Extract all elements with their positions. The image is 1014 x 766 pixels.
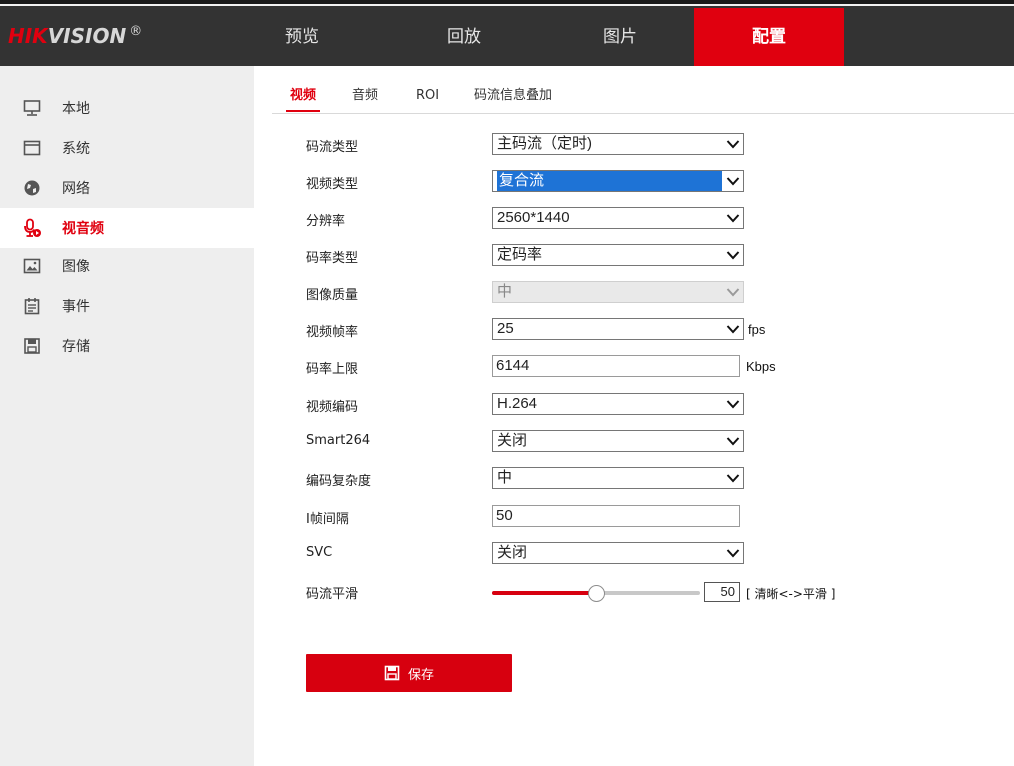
sidebar: 本地 系统 网络 视音频 图像 事件 存储: [0, 66, 254, 766]
smart264-label: Smart264: [306, 433, 371, 448]
nav-playback[interactable]: 回放: [416, 8, 512, 66]
resolution-label: 分辨率: [306, 214, 346, 229]
logo-hik-text: HIK: [8, 24, 48, 48]
tab-video[interactable]: 视频: [285, 84, 321, 114]
sidebar-item-label: 网络: [62, 181, 90, 197]
sidebar-item-network[interactable]: 网络: [0, 168, 254, 208]
sidebar-item-system[interactable]: 系统: [0, 128, 254, 168]
chevron-down-icon: [726, 400, 740, 409]
sidebar-item-label: 事件: [62, 299, 90, 315]
i-frame-interval-input[interactable]: 50: [492, 505, 740, 527]
bitrate-type-value: 定码率: [497, 246, 543, 263]
image-quality-label: 图像质量: [306, 288, 359, 303]
bitrate-type-select[interactable]: 定码率: [492, 244, 744, 266]
slider-fill: [492, 591, 596, 595]
stream-smoothing-range-label: [ 清晰<->平滑 ]: [746, 587, 836, 601]
logo-vision-text: VISION: [47, 24, 127, 48]
encoding-complexity-select[interactable]: 中: [492, 467, 744, 489]
sidebar-item-label: 视音频: [62, 221, 104, 237]
chevron-down-icon: [726, 325, 740, 334]
sidebar-item-label: 存储: [62, 339, 90, 355]
image-quality-select: 中: [492, 281, 744, 303]
calendar-icon: [22, 296, 42, 316]
encoding-complexity-value: 中: [497, 469, 513, 486]
video-type-value: 复合流: [497, 171, 722, 191]
smart264-value: 关闭: [497, 432, 528, 449]
hikvision-logo: HIKVISION ®: [8, 24, 142, 48]
chevron-down-icon: [726, 214, 740, 223]
svc-value: 关闭: [497, 544, 528, 561]
frame-rate-label: 视频帧率: [306, 325, 359, 340]
video-encoding-label: 视频编码: [306, 400, 359, 415]
chevron-down-icon: [726, 288, 740, 297]
resolution-value: 2560*1440: [497, 209, 570, 226]
row-stream-smoothing: 码流平滑 50 [ 清晰<->平滑 ]: [306, 580, 866, 602]
video-type-select[interactable]: 复合流: [492, 170, 744, 192]
config-tabs: 视频 音频 ROI 码流信息叠加: [272, 84, 1014, 114]
nav-configuration[interactable]: 配置: [694, 8, 844, 66]
slider-thumb[interactable]: [588, 585, 605, 602]
video-type-label: 视频类型: [306, 177, 359, 192]
sidebar-item-label: 图像: [62, 259, 90, 275]
globe-icon: [22, 178, 42, 198]
nav-picture[interactable]: 图片: [572, 8, 668, 66]
sidebar-item-label: 本地: [62, 101, 90, 117]
tab-stream-info-overlay[interactable]: 码流信息叠加: [474, 84, 552, 114]
svc-select[interactable]: 关闭: [492, 542, 744, 564]
svc-label: SVC: [306, 545, 333, 560]
bitrate-type-label: 码率类型: [306, 251, 359, 266]
stream-type-label: 码流类型: [306, 140, 359, 155]
stream-smoothing-label: 码流平滑: [306, 587, 359, 602]
tab-roi[interactable]: ROI: [416, 84, 439, 114]
stream-type-value: 主码流（定时): [497, 135, 592, 152]
sidebar-item-event[interactable]: 事件: [0, 286, 254, 326]
smart264-select[interactable]: 关闭: [492, 430, 744, 452]
stream-smoothing-value-box[interactable]: 50: [704, 582, 740, 602]
encoding-complexity-label: 编码复杂度: [306, 474, 372, 489]
sidebar-item-label: 系统: [62, 141, 90, 157]
chevron-down-icon: [726, 437, 740, 446]
max-bitrate-label: 码率上限: [306, 362, 359, 377]
logo-registered-mark: ®: [129, 24, 143, 39]
max-bitrate-unit: Kbps: [746, 359, 776, 374]
nav-preview[interactable]: 预览: [254, 8, 350, 66]
sidebar-item-image[interactable]: 图像: [0, 246, 254, 286]
frame-rate-value: 25: [497, 320, 514, 337]
frame-rate-unit: fps: [748, 322, 766, 337]
chevron-down-icon: [726, 549, 740, 558]
resolution-select[interactable]: 2560*1440: [492, 207, 744, 229]
save-button[interactable]: 保存: [306, 654, 512, 692]
video-encoding-select[interactable]: H.264: [492, 393, 744, 415]
max-bitrate-input[interactable]: 6144: [492, 355, 740, 377]
top-navigation-bar: HIKVISION ® 预览 回放 图片 配置: [0, 0, 1014, 66]
sidebar-item-storage[interactable]: 存储: [0, 326, 254, 366]
microphone-icon: [22, 218, 42, 238]
chevron-down-icon: [726, 140, 740, 149]
floppy-icon: [22, 336, 42, 356]
save-button-label: 保存: [407, 667, 434, 683]
top-border: [0, 0, 1014, 6]
i-frame-interval-label: I帧间隔: [306, 512, 349, 527]
tab-audio[interactable]: 音频: [352, 84, 378, 114]
sidebar-item-local[interactable]: 本地: [0, 88, 254, 128]
image-quality-value: 中: [497, 283, 513, 300]
stream-type-select[interactable]: 主码流（定时): [492, 133, 744, 155]
frame-rate-select[interactable]: 25: [492, 318, 744, 340]
window-icon: [22, 138, 42, 158]
image-icon: [22, 256, 42, 276]
monitor-icon: [22, 98, 42, 118]
chevron-down-icon: [726, 177, 740, 186]
floppy-icon: [384, 665, 400, 681]
chevron-down-icon: [726, 251, 740, 260]
sidebar-item-video-audio[interactable]: 视音频: [0, 208, 254, 248]
video-encoding-value: H.264: [497, 395, 538, 412]
chevron-down-icon: [726, 474, 740, 483]
